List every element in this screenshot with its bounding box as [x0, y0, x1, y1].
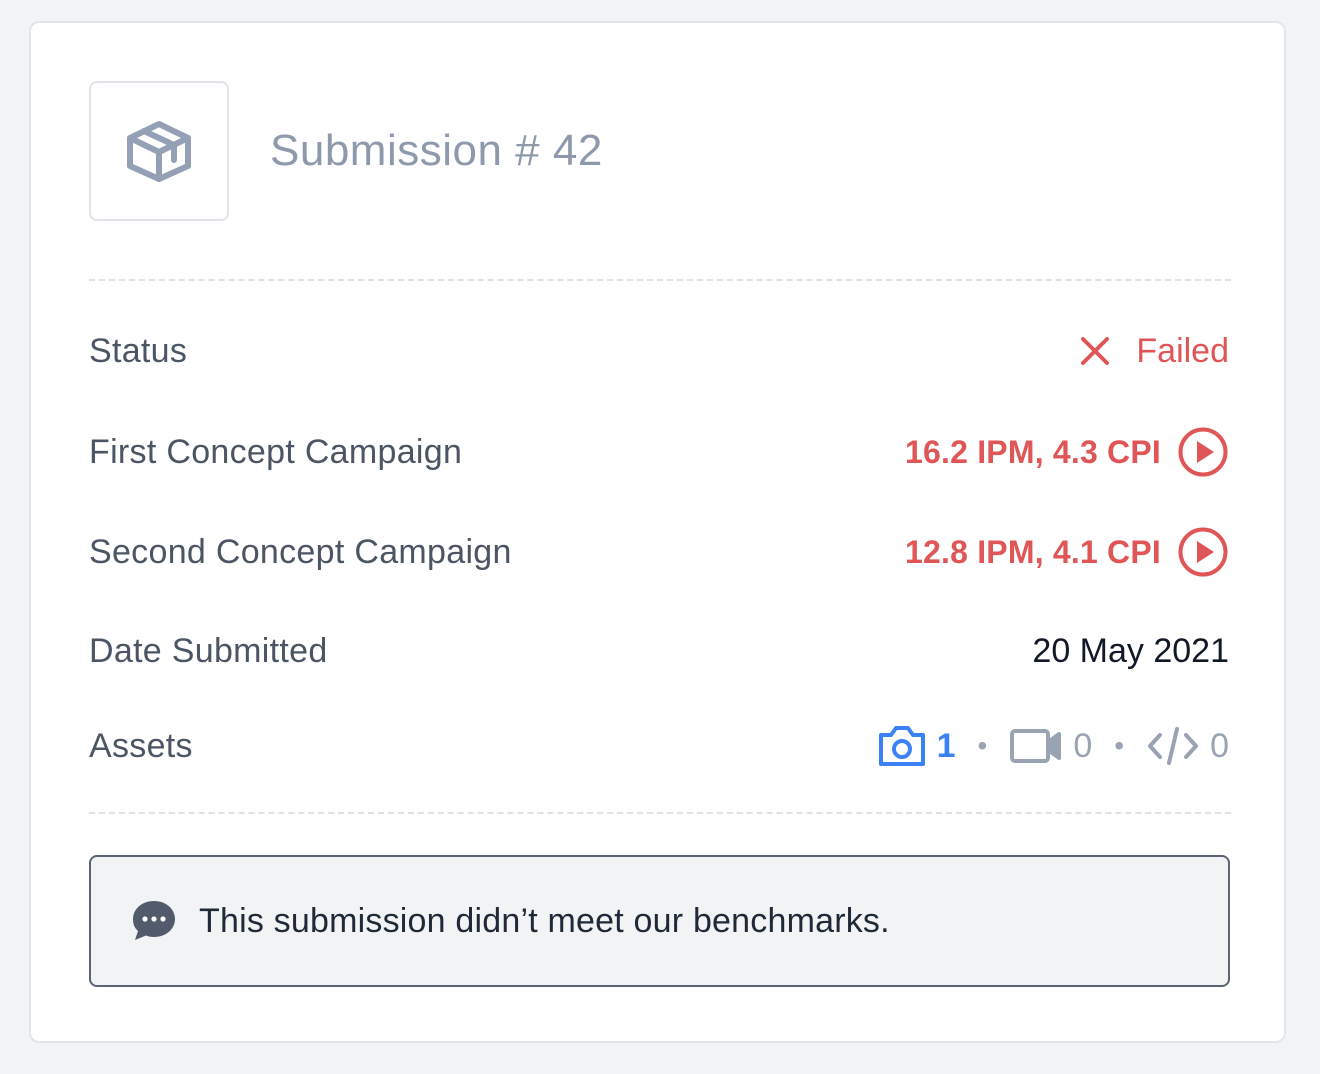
date-submitted-row: Date Submitted 20 May 2021	[89, 627, 1229, 675]
second-campaign-row: Second Concept Campaign 12.8 IPM, 4.1 CP…	[89, 525, 1229, 579]
code-icon	[1148, 727, 1199, 765]
play-circle-icon	[1178, 527, 1228, 577]
assets-label: Assets	[89, 726, 193, 765]
submission-header: Submission # 42	[89, 81, 603, 221]
status-row: Status Failed	[89, 329, 1229, 373]
separator-dot: •	[1114, 730, 1125, 761]
first-campaign-metrics: 16.2 IPM, 4.3 CPI	[905, 433, 1161, 470]
video-assets-count: 0	[1073, 726, 1093, 765]
assets-values: 1 • 0 • 0	[877, 723, 1229, 769]
bottom-divider	[89, 812, 1231, 814]
second-campaign-value: 12.8 IPM, 4.1 CPI	[905, 526, 1229, 578]
submission-card: Submission # 42 Status Failed First Conc…	[29, 21, 1286, 1043]
assets-row: Assets 1 • 0 • 0	[89, 721, 1229, 771]
first-campaign-value: 16.2 IPM, 4.3 CPI	[905, 426, 1229, 478]
feedback-note: This submission didn’t meet our benchmar…	[89, 855, 1230, 987]
package-box-icon	[127, 121, 191, 182]
date-submitted-value: 20 May 2021	[1032, 631, 1229, 670]
separator-dot: •	[977, 730, 988, 761]
camera-icon	[878, 726, 925, 766]
first-campaign-row: First Concept Campaign 16.2 IPM, 4.3 CPI	[89, 425, 1229, 479]
date-submitted-label: Date Submitted	[89, 631, 328, 670]
status-badge: Failed	[1136, 331, 1229, 370]
video-assets[interactable]: 0	[1009, 726, 1092, 766]
code-assets-count: 0	[1210, 726, 1229, 765]
chat-bubble-icon	[133, 901, 175, 940]
second-campaign-label: Second Concept Campaign	[89, 532, 512, 571]
feedback-message: This submission didn’t meet our benchmar…	[199, 901, 890, 940]
video-camera-icon	[1010, 729, 1062, 763]
page-title: Submission # 42	[270, 126, 603, 175]
top-divider	[89, 279, 1231, 281]
status-label: Status	[89, 331, 188, 370]
close-x-icon	[1081, 337, 1110, 365]
submission-logo	[89, 81, 229, 221]
code-assets[interactable]: 0	[1146, 726, 1229, 766]
status-value: Failed	[1080, 332, 1229, 371]
image-assets[interactable]: 1	[877, 723, 956, 769]
first-campaign-play-button[interactable]	[1177, 426, 1229, 478]
play-circle-icon	[1178, 427, 1228, 477]
first-campaign-label: First Concept Campaign	[89, 432, 463, 471]
second-campaign-play-button[interactable]	[1177, 526, 1229, 578]
image-assets-count: 1	[936, 726, 956, 765]
second-campaign-metrics: 12.8 IPM, 4.1 CPI	[905, 533, 1161, 570]
